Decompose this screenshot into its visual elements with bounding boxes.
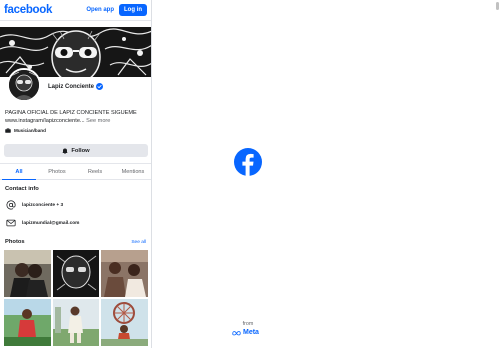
meta-infinity-icon [232, 330, 241, 335]
photo-thumbnail[interactable] [52, 250, 99, 297]
photo-image [101, 299, 148, 346]
facebook-logo[interactable]: facebook [4, 4, 52, 16]
see-more-link[interactable]: See more [86, 118, 110, 124]
profile-avatar[interactable] [7, 68, 41, 102]
bio-line-2-row: www.instagram/lapizconciente... See more [5, 117, 150, 125]
top-bar: facebook Open app Log in [0, 0, 151, 21]
photo-thumbnail[interactable] [4, 299, 51, 346]
bio-line-2[interactable]: www.instagram/lapizconciente... [5, 118, 85, 124]
facebook-logo-icon [234, 148, 262, 176]
profile-tabs: All Photos Reels Mentions [0, 163, 151, 180]
login-button[interactable]: Log in [119, 4, 147, 16]
photos-grid [4, 250, 149, 346]
photo-thumbnail[interactable] [4, 250, 51, 297]
tab-reels[interactable]: Reels [76, 164, 114, 179]
avatar-image [9, 70, 39, 100]
photo-image [101, 250, 148, 297]
photo-image [4, 250, 51, 297]
photo-thumbnail[interactable] [101, 299, 148, 346]
page-bio: PAGINA OFICIAL DE LAPIZ CONCIENTE SIGUEM… [5, 109, 150, 125]
verified-badge-icon [96, 83, 104, 90]
bio-line-1: PAGINA OFICIAL DE LAPIZ CONCIENTE SIGUEM… [5, 110, 137, 116]
contact-info-title: Contact info [5, 186, 39, 192]
open-app-link[interactable]: Open app [86, 7, 114, 13]
meta-label: Meta [243, 329, 259, 336]
scrollbar-thumb[interactable] [496, 2, 499, 10]
page: facebook Open app Log in Lapiz Conciente… [0, 0, 500, 348]
contact-email-row[interactable]: lapizmundial@gmail.com [6, 218, 79, 228]
see-all-photos-link[interactable]: See all [131, 240, 146, 245]
tab-all[interactable]: All [0, 164, 38, 180]
page-category: Musician/band [5, 128, 46, 133]
top-actions: Open app Log in [86, 4, 147, 16]
photo-image [52, 250, 99, 297]
photos-title: Photos [5, 239, 25, 245]
tab-photos[interactable]: Photos [38, 164, 76, 179]
envelope-icon [6, 219, 16, 227]
photo-image [52, 299, 99, 346]
contact-threads-row[interactable]: lapizconciente + 3 [6, 200, 63, 210]
contact-threads: lapizconciente + 3 [22, 202, 64, 208]
meta-wordmark: Meta [232, 329, 259, 336]
app-splash-area: from Meta [152, 0, 500, 348]
follow-button[interactable]: Follow [4, 144, 148, 157]
follow-icon [62, 148, 68, 154]
category-label: Musician/band [14, 128, 46, 133]
page-name[interactable]: Lapiz Conciente [48, 84, 94, 90]
from-label: from [242, 321, 254, 327]
scrollbar[interactable] [496, 2, 499, 346]
photo-image [4, 299, 51, 346]
briefcase-icon [5, 128, 11, 133]
tab-mentions[interactable]: Mentions [114, 164, 151, 179]
photo-thumbnail[interactable] [101, 250, 148, 297]
follow-label: Follow [71, 147, 90, 154]
photo-thumbnail[interactable] [52, 299, 99, 346]
at-sign-icon [6, 200, 16, 210]
page-name-row: Lapiz Conciente [48, 83, 104, 90]
contact-email: lapizmundial@gmail.com [22, 220, 80, 226]
mobile-profile-pane: facebook Open app Log in Lapiz Conciente… [0, 0, 152, 348]
